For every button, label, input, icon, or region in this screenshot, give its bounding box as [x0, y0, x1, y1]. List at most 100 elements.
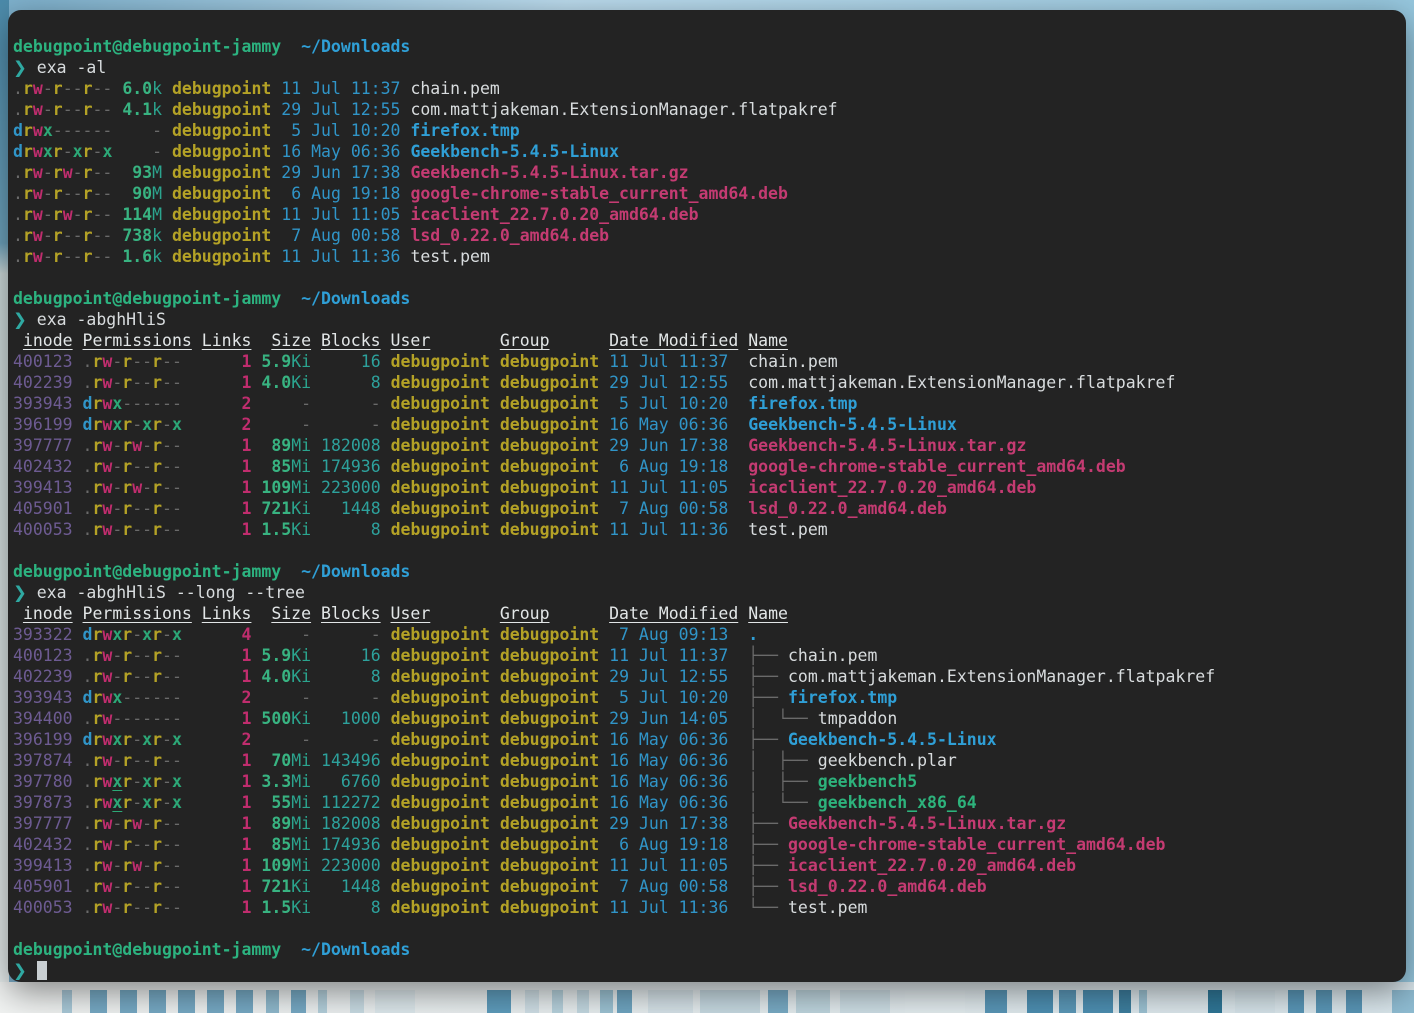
text-segment: 5 Jul 10:20: [281, 121, 400, 140]
text-segment: w: [102, 436, 112, 455]
text-segment: r: [122, 793, 132, 812]
text-segment: --: [63, 79, 83, 98]
text-segment: [251, 835, 271, 854]
text-segment: Ki: [291, 373, 311, 392]
text-segment: -: [112, 667, 122, 686]
text-segment: debugpoint: [500, 499, 599, 518]
text-segment: │ ├──: [748, 751, 818, 770]
text-segment: debugpoint: [391, 352, 490, 371]
text-segment: debugpoint: [391, 688, 490, 707]
text-segment: Ki: [291, 877, 311, 896]
text-segment: --: [132, 877, 152, 896]
text-segment: 1: [242, 793, 252, 812]
text-segment: [381, 709, 391, 728]
text-segment: [381, 751, 391, 770]
text-segment: --: [162, 373, 182, 392]
text-segment: r: [92, 751, 102, 770]
text-segment: Mi: [291, 835, 311, 854]
text-segment: 397874: [13, 751, 73, 770]
text-segment: -: [112, 877, 122, 896]
text-segment: debugpoint: [391, 898, 490, 917]
text-segment: r: [122, 772, 132, 791]
text-segment: x: [102, 142, 112, 161]
text-segment: [599, 436, 609, 455]
wallpaper-bar: [62, 990, 72, 1013]
text-segment: -: [371, 625, 381, 644]
text-segment: r: [122, 520, 132, 539]
text-segment: x: [112, 688, 122, 707]
text-segment: --: [63, 100, 83, 119]
text-segment: [271, 184, 281, 203]
text-segment: --: [63, 184, 83, 203]
text-segment: [182, 688, 242, 707]
text-segment: -: [112, 835, 122, 854]
text-segment: debugpoint: [391, 709, 490, 728]
text-segment: google-chrome-stable_current_amd64.deb: [788, 835, 1166, 854]
text-segment: 11 Jul 11:05: [281, 205, 400, 224]
text-segment: x: [142, 793, 152, 812]
text-segment: Geekbench-5.4.5-Linux: [788, 730, 997, 749]
text-segment: [281, 562, 301, 581]
terminal-output[interactable]: debugpoint@debugpoint-jammy ~/Downloads❯…: [8, 10, 1406, 982]
wallpaper-bar: [617, 990, 632, 1013]
text-segment: -: [63, 142, 73, 161]
text-segment: --: [132, 373, 152, 392]
text-segment: [599, 352, 609, 371]
text-segment: [182, 457, 242, 476]
text-segment: [271, 100, 281, 119]
text-segment: d: [83, 394, 93, 413]
text-segment: inode: [23, 604, 73, 623]
text-segment: Permissions: [83, 331, 192, 350]
text-segment: [311, 331, 321, 350]
text-segment: [73, 709, 83, 728]
text-segment: [311, 373, 371, 392]
text-segment: 721: [261, 877, 291, 896]
text-segment: [728, 877, 748, 896]
text-segment: w: [102, 793, 112, 812]
text-segment: w: [102, 478, 112, 497]
text-segment: 112272: [321, 793, 381, 812]
text-segment: debugpoint: [172, 100, 271, 119]
text-segment: r: [53, 142, 63, 161]
text-segment: [401, 79, 411, 98]
text-segment: w: [63, 205, 73, 224]
wallpaper-bar: [577, 990, 589, 1013]
wallpaper-bar: [207, 990, 224, 1013]
wallpaper-bar: [266, 990, 279, 1013]
text-segment: w: [33, 121, 43, 140]
text-segment: debugpoint: [172, 226, 271, 245]
text-segment: r: [152, 520, 162, 539]
text-segment: r: [122, 352, 132, 371]
text-segment: [381, 814, 391, 833]
text-segment: r: [152, 814, 162, 833]
text-segment: [728, 373, 748, 392]
wallpaper-bar: [120, 990, 137, 1013]
text-segment: [401, 163, 411, 182]
text-segment: firefox.tmp: [410, 121, 519, 140]
text-segment: r: [152, 499, 162, 518]
text-segment: Geekbench-5.4.5-Linux.tar.gz: [410, 163, 688, 182]
text-segment: [182, 499, 242, 518]
wallpaper-bar: [178, 990, 195, 1013]
text-segment: [162, 121, 172, 140]
wallpaper-bar: [1288, 990, 1304, 1013]
text-segment: Mi: [291, 772, 311, 791]
terminal-window[interactable]: debugpoint@debugpoint-jammy ~/Downloads❯…: [8, 10, 1406, 982]
text-segment: w: [102, 709, 112, 728]
text-segment: ❯: [13, 58, 27, 77]
text-segment: [400, 121, 410, 140]
text-segment: r: [122, 814, 132, 833]
file-row: 402432 .rw-r--r-- 1 85Mi 174936 debugpoi…: [13, 834, 1398, 855]
text-segment: w: [33, 79, 43, 98]
text-segment: .: [83, 751, 93, 770]
text-segment: [182, 877, 242, 896]
wallpaper-bar: [1160, 990, 1200, 1013]
text-segment: 93: [132, 163, 152, 182]
text-segment: .: [83, 520, 93, 539]
text-segment: r: [92, 352, 102, 371]
text-segment: [182, 751, 242, 770]
text-segment: ~/Downloads: [301, 37, 410, 56]
text-segment: x: [112, 415, 122, 434]
file-row: 397780 .rwxr-xr-x 1 3.3Mi 6760 debugpoin…: [13, 771, 1398, 792]
text-segment: [728, 751, 748, 770]
